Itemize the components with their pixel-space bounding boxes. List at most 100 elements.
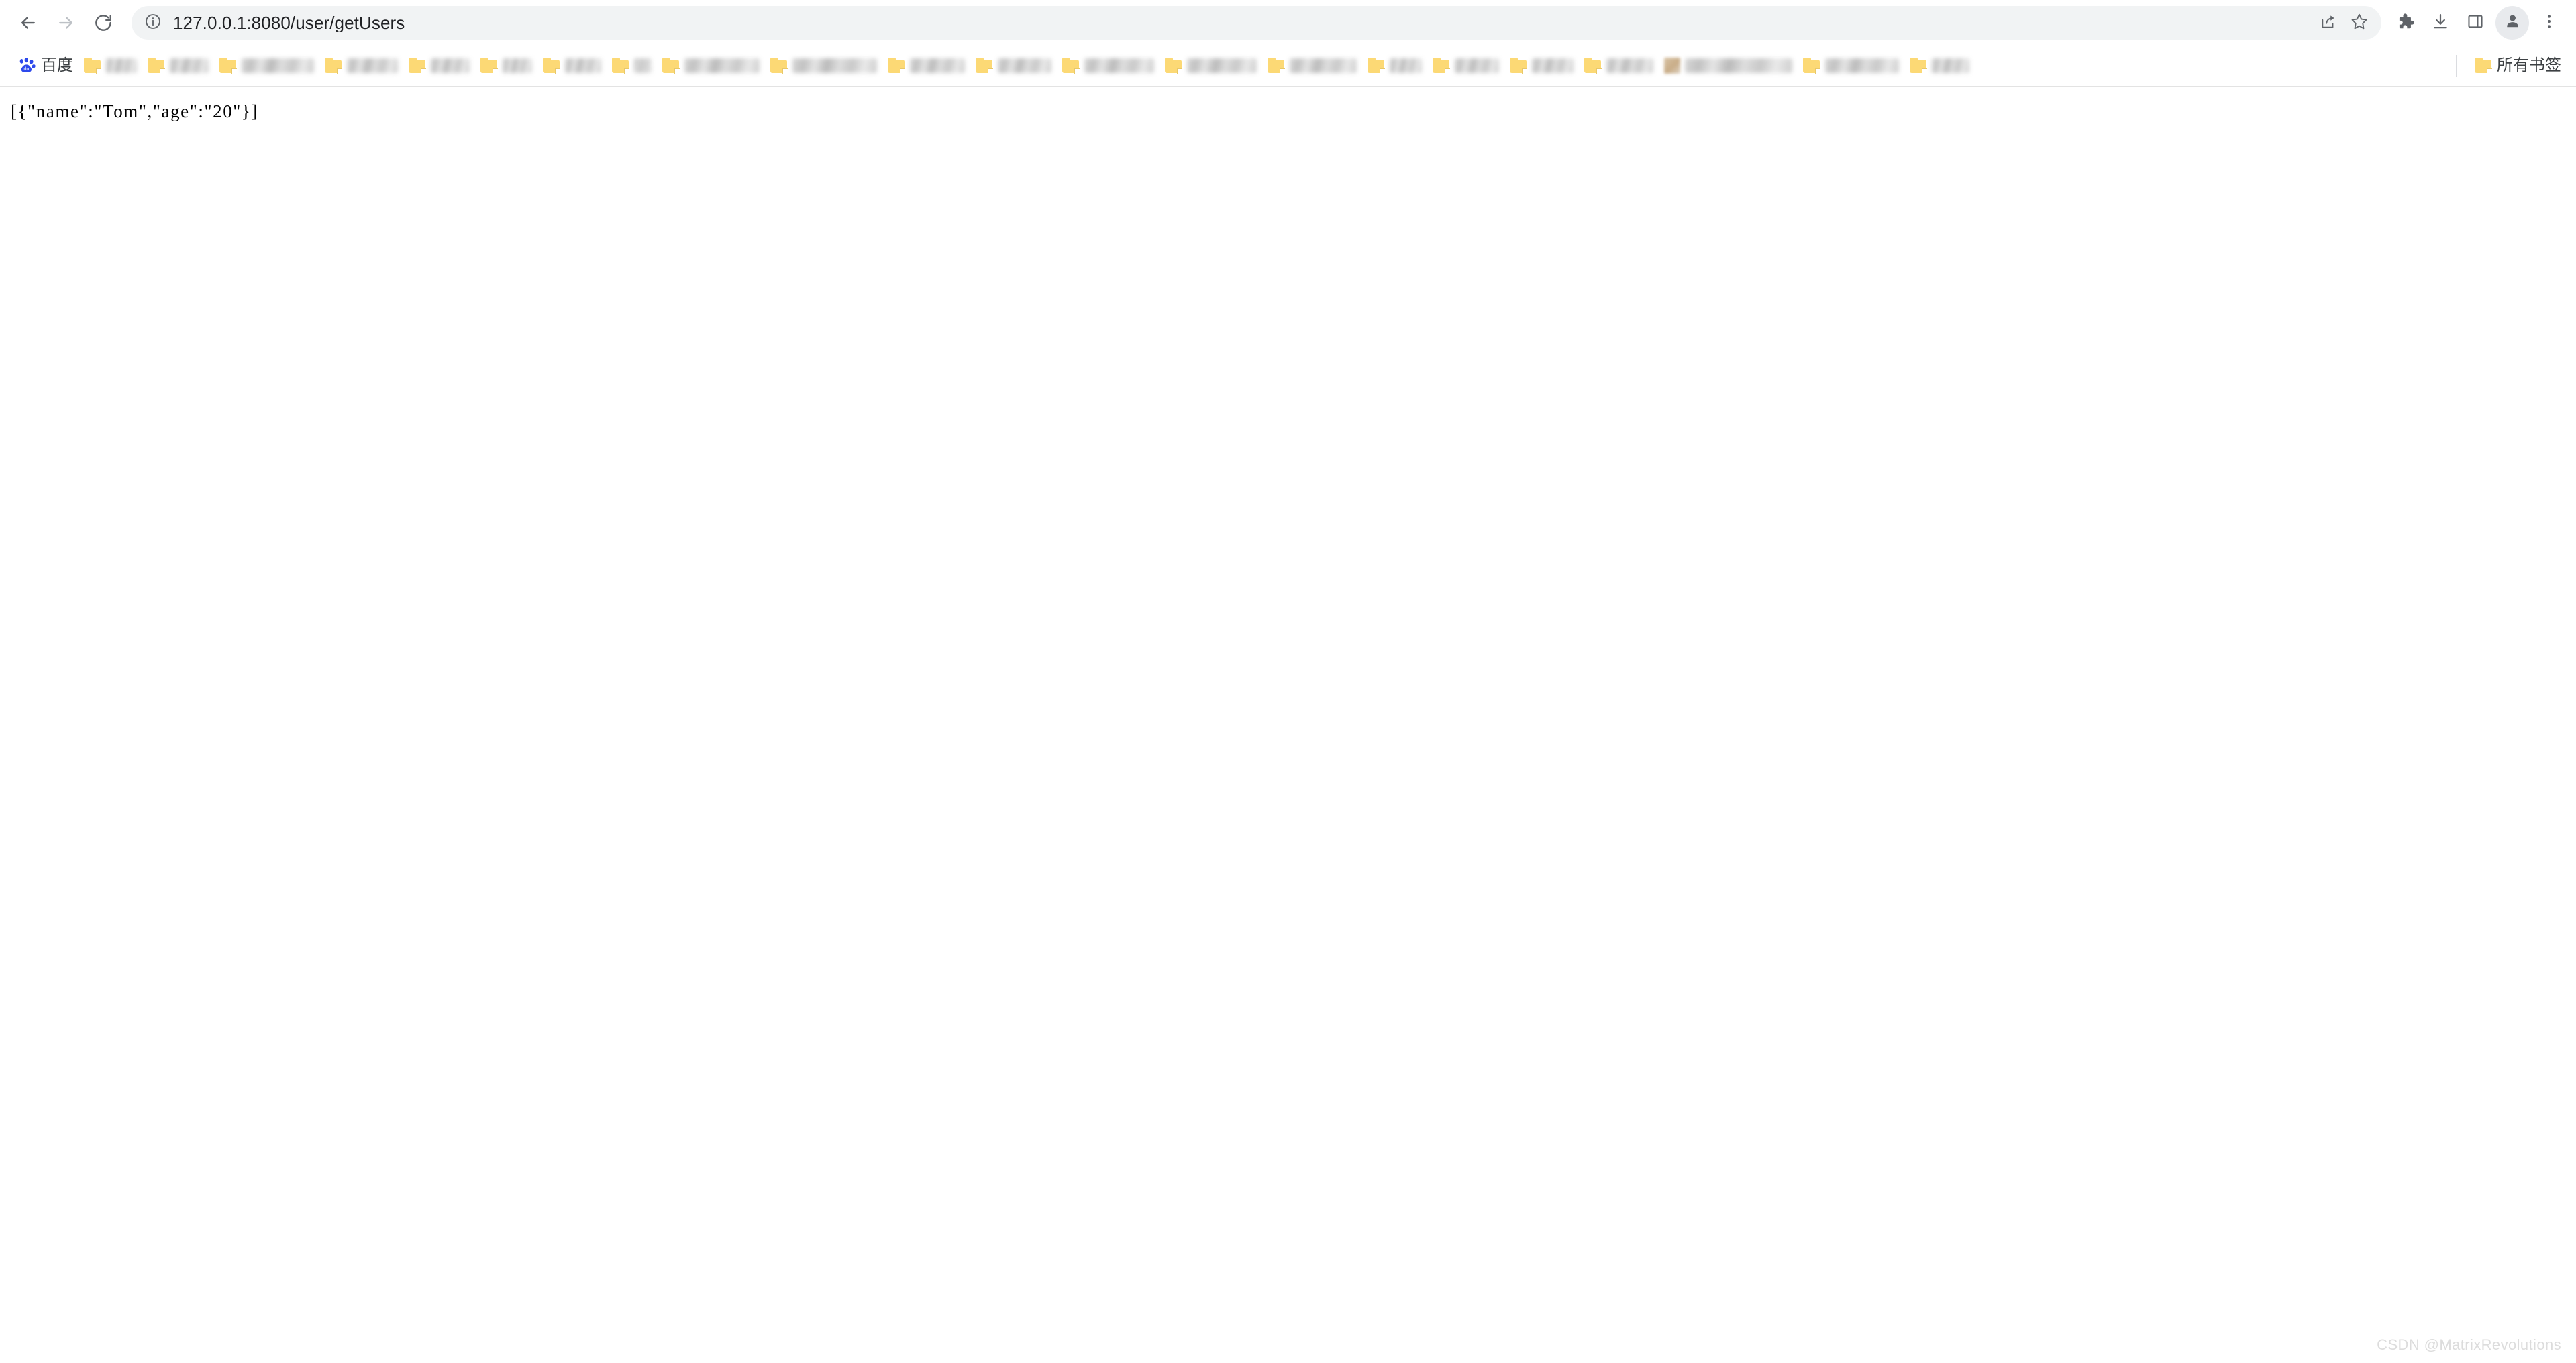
bookmark-item[interactable] [1659,51,1798,81]
more-menu-button[interactable] [2532,5,2567,40]
folder-icon [409,58,426,74]
bookmarks-bar: du 百度 所有书签 [0,46,2576,87]
reload-icon [93,13,113,33]
browser-window: 127.0.0.1:8080/user/getUsers du 百度 所有书签 … [0,0,2576,1363]
star-outline-icon [2350,12,2369,34]
bookmark-item[interactable]: du 百度 [12,51,79,81]
bookmark-item[interactable] [657,51,765,81]
folder-icon [1584,58,1602,74]
bookmark-label [1825,58,1899,73]
bookmarks-bar-right: 所有书签 [2449,51,2567,81]
bookmark-item[interactable] [607,51,657,81]
bookmark-item[interactable] [403,51,475,81]
bookmark-button[interactable] [2344,7,2375,38]
baidu-icon: du [17,57,36,74]
folder-icon [219,58,237,74]
profile-button[interactable] [2495,6,2529,40]
bookmark-label [170,58,209,73]
profile-avatar-icon [2504,12,2522,34]
bookmark-label [1390,58,1422,73]
address-bar[interactable]: 127.0.0.1:8080/user/getUsers [132,6,2381,40]
bookmark-item[interactable] [1579,51,1659,81]
bookmark-item[interactable] [765,51,882,81]
all-bookmarks-label: 所有书签 [2497,56,2561,74]
url-text[interactable]: 127.0.0.1:8080/user/getUsers [173,14,2313,32]
bookmark-label [1187,58,1257,73]
arrow-left-icon [18,13,38,33]
folder-icon [1368,58,1385,74]
site-favicon-icon [1664,58,1680,74]
folder-icon [1165,58,1182,74]
bookmarks-separator [2456,55,2457,77]
bookmark-label [1455,58,1499,73]
bookmark-item[interactable] [214,51,319,81]
arrow-right-icon [56,13,76,33]
extensions-button[interactable] [2388,5,2423,40]
folder-icon [1268,58,1285,74]
bookmark-label [1932,58,1969,73]
bookmark-item[interactable] [1160,51,1262,81]
bookmark-label [1532,58,1574,73]
bookmark-item[interactable] [79,51,142,81]
bookmark-item[interactable] [1904,51,1975,81]
bookmark-label [1290,58,1357,73]
bookmark-label: 百度 [41,56,73,74]
bookmark-item[interactable] [475,51,537,81]
bookmark-item[interactable] [319,51,403,81]
folder-icon [1803,58,1820,74]
bookmark-label [792,58,877,73]
bookmark-label [1685,58,1792,73]
side-panel-button[interactable] [2458,5,2493,40]
folder-icon [480,58,498,74]
downloads-button[interactable] [2423,5,2458,40]
folder-icon [770,58,788,74]
bookmark-label [684,58,760,73]
browser-toolbar: 127.0.0.1:8080/user/getUsers [0,0,2576,46]
side-panel-icon [2467,13,2484,34]
bookmark-label [565,58,601,73]
bookmark-item[interactable] [1798,51,1904,81]
svg-text:du: du [24,67,30,72]
toolbar-actions [2388,5,2567,40]
folder-icon [148,58,165,74]
bookmark-label [431,58,470,73]
bookmark-item[interactable] [1057,51,1160,81]
forward-button[interactable] [47,4,85,42]
bookmark-item[interactable] [1262,51,1362,81]
share-button[interactable] [2313,7,2344,38]
folder-icon [1510,58,1527,74]
reload-button[interactable] [85,4,122,42]
omnibox-actions [2313,7,2375,38]
folder-icon [1910,58,1927,74]
bookmark-item[interactable] [142,51,214,81]
all-bookmarks-button[interactable]: 所有书签 [2469,51,2567,81]
more-menu-icon [2540,13,2558,34]
bookmark-label [634,58,652,73]
folder-icon [1062,58,1080,74]
bookmark-label [106,58,137,73]
bookmark-label [1084,58,1154,73]
folder-icon [2475,58,2492,74]
bookmark-item[interactable] [1427,51,1504,81]
bookmark-item[interactable] [970,51,1057,81]
bookmark-item[interactable] [882,51,970,81]
bookmark-label [1606,58,1653,73]
bookmark-label [347,58,398,73]
bookmark-label [503,58,532,73]
bookmark-label [998,58,1051,73]
folder-icon [888,58,905,74]
bookmarks-list: du 百度 [12,46,2449,86]
site-info-button[interactable] [141,11,165,35]
bookmark-label [910,58,965,73]
bookmark-label [242,58,314,73]
back-button[interactable] [9,4,47,42]
bookmark-item[interactable] [1362,51,1427,81]
bookmark-item[interactable] [537,51,607,81]
csdn-watermark: CSDN @MatrixRevolutions [2377,1336,2561,1353]
folder-icon [84,58,101,74]
extensions-icon [2396,12,2415,34]
folder-icon [325,58,342,74]
folder-icon [976,58,993,74]
folder-icon [1433,58,1450,74]
bookmark-item[interactable] [1504,51,1579,81]
